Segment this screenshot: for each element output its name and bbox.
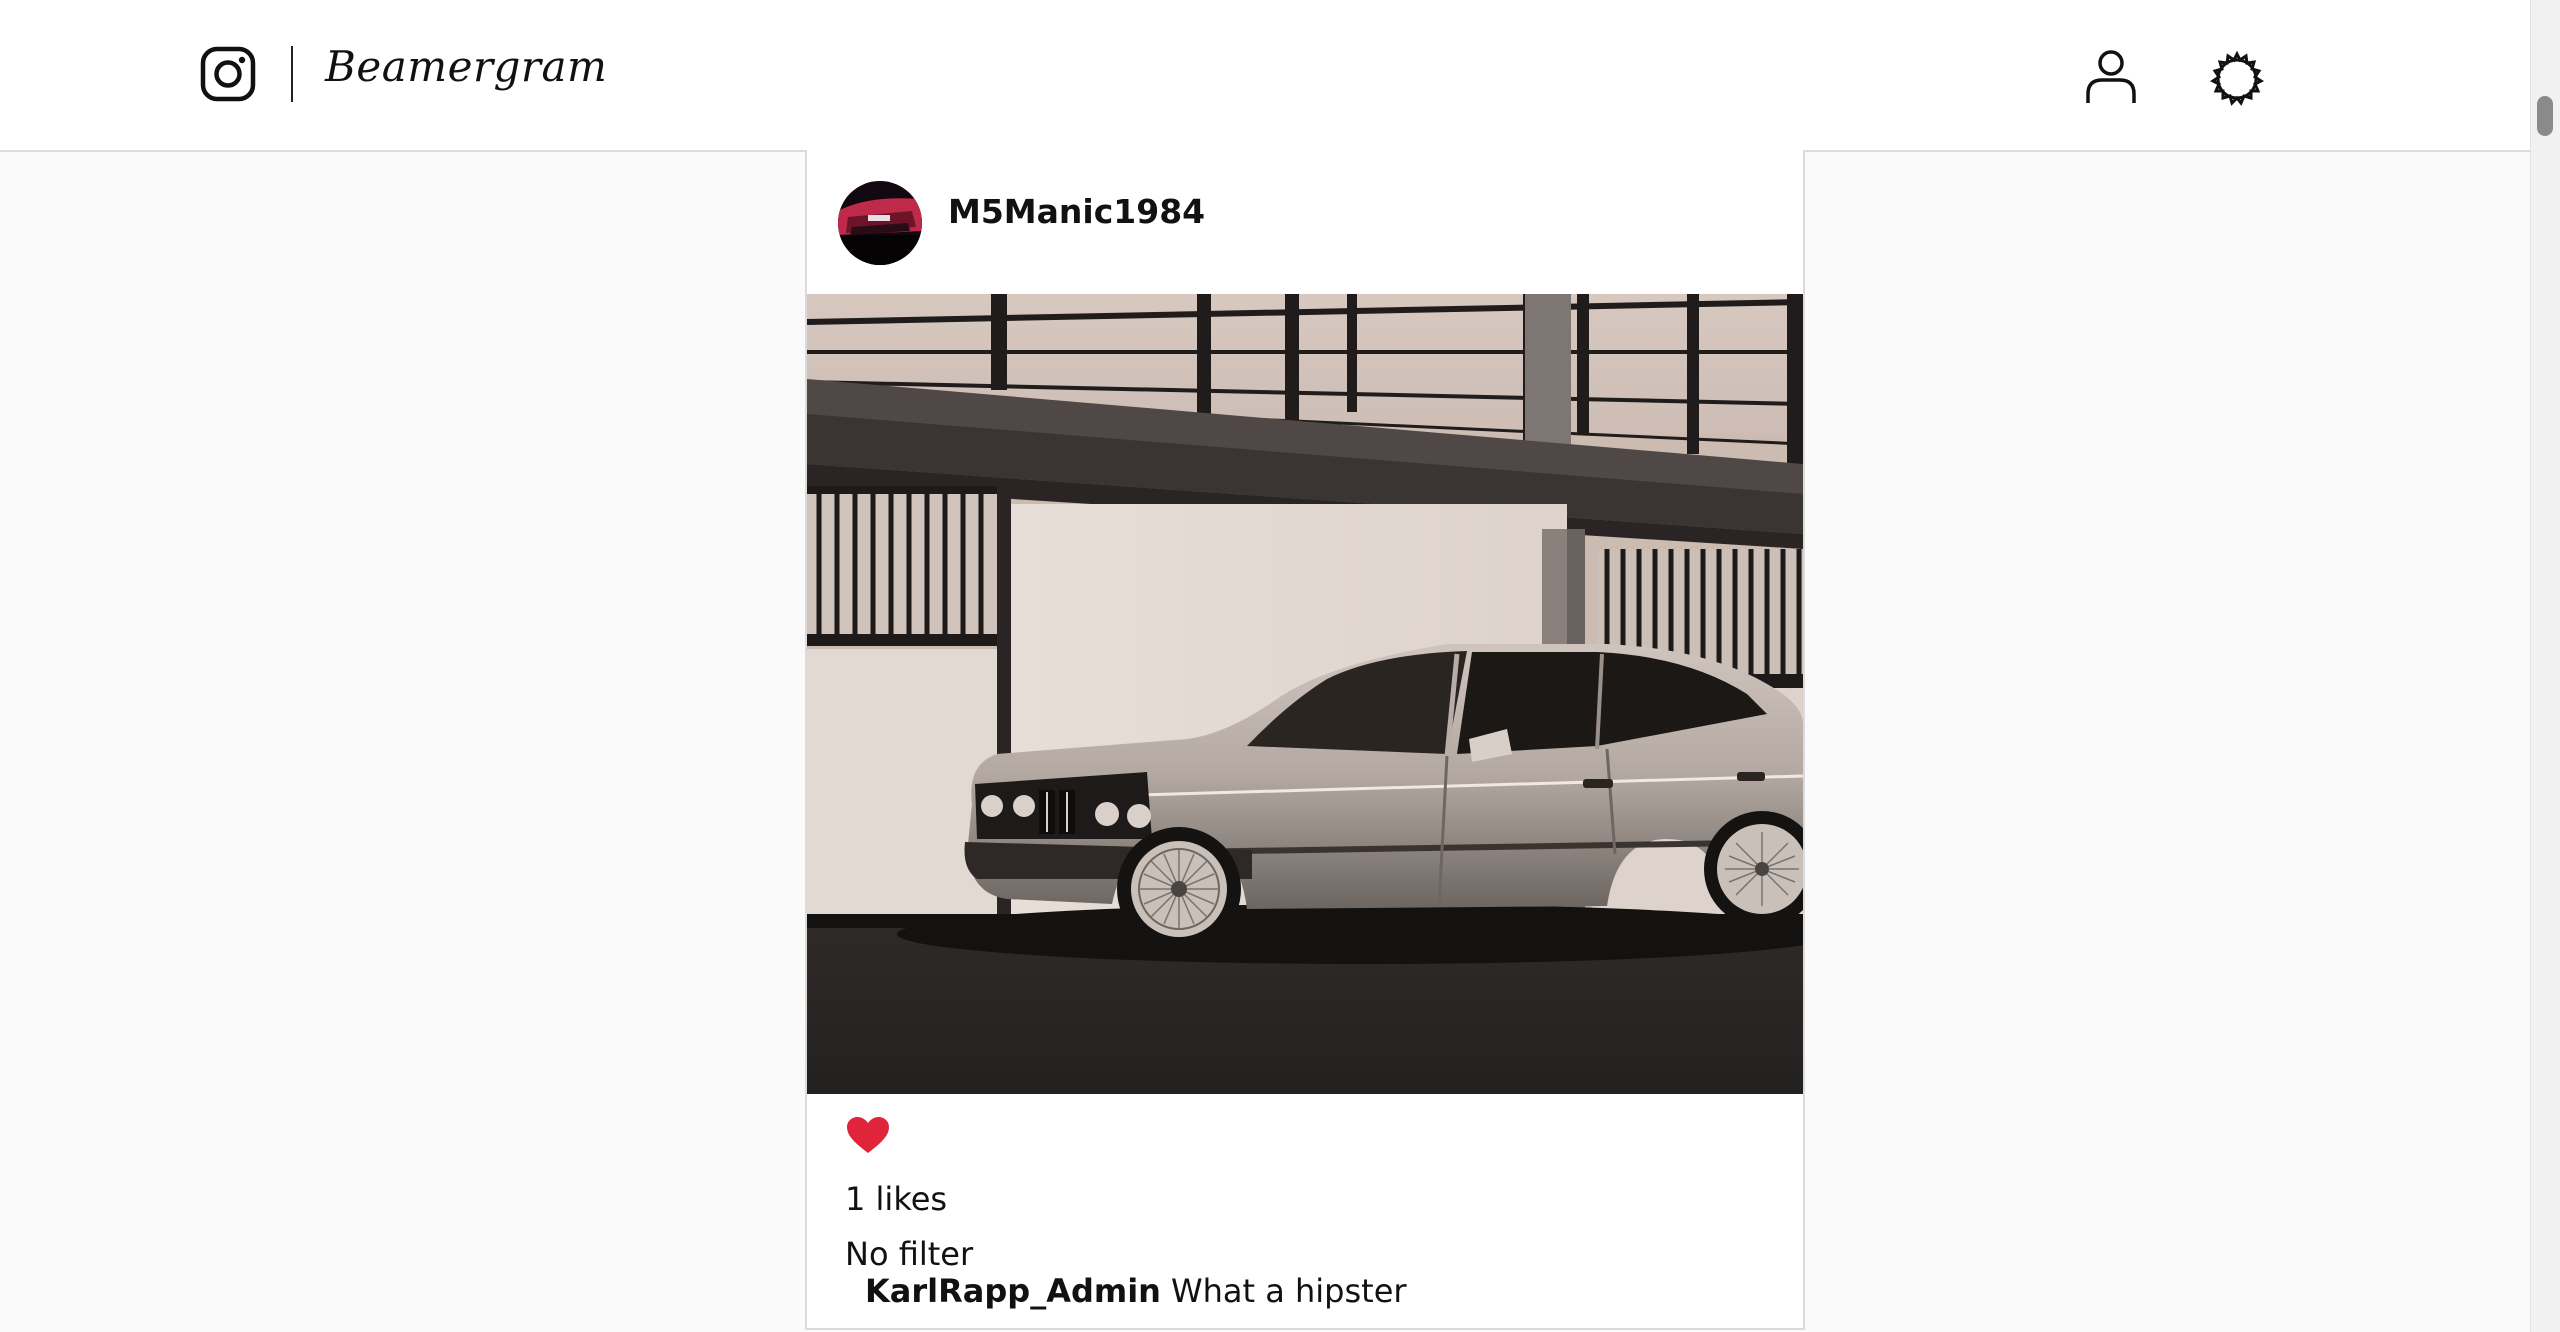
- header-divider: [291, 46, 293, 102]
- likes-count: 1 likes: [845, 1180, 948, 1218]
- profile-button[interactable]: [2084, 48, 2138, 104]
- post-card: M5Manic1984 1 likes No filter KarlRapp_A…: [805, 150, 1805, 1330]
- comment-text: What a hipster: [1170, 1272, 1407, 1310]
- post-username[interactable]: M5Manic1984: [948, 192, 1205, 231]
- top-header: Beamergram: [0, 0, 2530, 152]
- comment-item: KarlRapp_Admin What a hipster: [865, 1272, 1407, 1310]
- instagram-camera-icon[interactable]: [200, 46, 256, 102]
- settings-button[interactable]: [2209, 50, 2265, 107]
- like-button[interactable]: [845, 1115, 891, 1155]
- post-photo: [807, 294, 1803, 1094]
- user-icon: [2086, 50, 2136, 103]
- app-page: Beamergram M5Manic1984 1 likes No filter…: [0, 0, 2560, 1332]
- heart-icon: [847, 1117, 889, 1153]
- scrollbar-thumb[interactable]: [2537, 96, 2553, 136]
- avatar[interactable]: [838, 181, 922, 265]
- comment-username[interactable]: KarlRapp_Admin: [865, 1272, 1161, 1310]
- filter-label: No filter: [845, 1235, 974, 1273]
- scrollbar-track[interactable]: [2530, 0, 2560, 1332]
- gear-icon: [2210, 50, 2264, 106]
- brand-title[interactable]: Beamergram: [325, 42, 607, 91]
